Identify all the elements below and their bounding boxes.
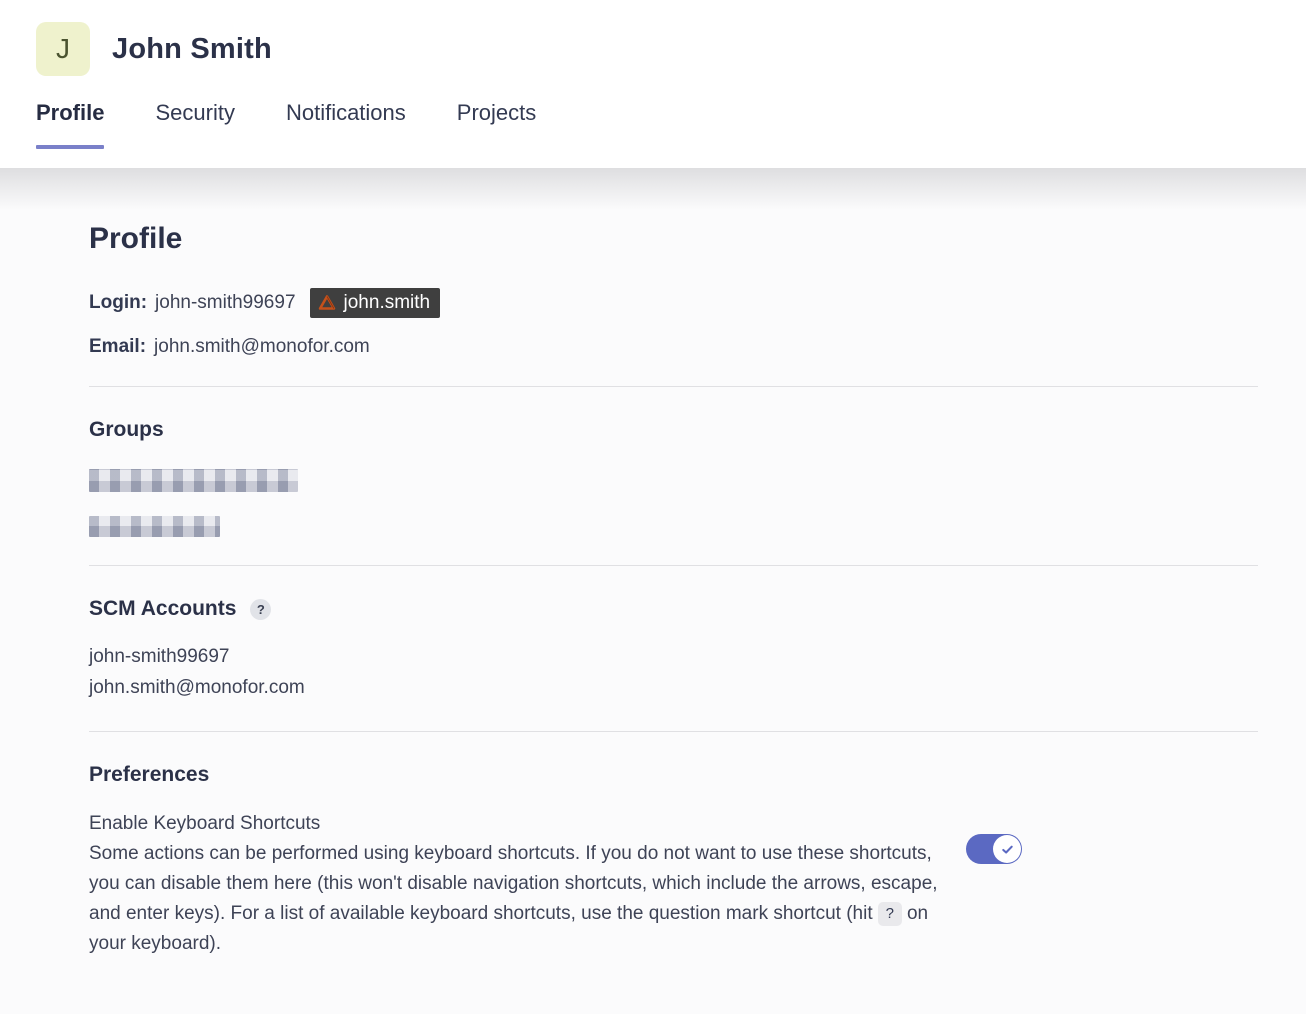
tab-security[interactable]: Security (155, 100, 234, 158)
login-label: Login: (89, 292, 147, 314)
preferences-title: Preferences (89, 763, 209, 787)
avatar-initial: J (56, 33, 70, 65)
login-row: Login: john-smith99697 john.smith (89, 288, 1258, 318)
group-item-redacted (89, 516, 220, 537)
group-item-redacted (89, 469, 298, 492)
divider (89, 565, 1258, 566)
profile-page: Profile Login: john-smith99697 john.smit… (0, 168, 1306, 999)
account-header: J John Smith Profile Security Notificati… (0, 0, 1306, 168)
divider (89, 386, 1258, 387)
keyboard-shortcuts-preference: Enable Keyboard Shortcuts Some actions c… (89, 809, 1258, 959)
preferences-section-header: Preferences (89, 763, 1258, 787)
scm-account-item: john-smith99697 (89, 641, 1258, 672)
email-label: Email: (89, 336, 146, 358)
tab-projects[interactable]: Projects (457, 100, 536, 158)
scm-accounts-title: SCM Accounts (89, 597, 236, 621)
email-value: john.smith@monofor.com (154, 336, 370, 358)
scm-account-item: john.smith@monofor.com (89, 672, 1258, 703)
identity-provider-icon (317, 293, 337, 313)
identity-provider-login: john.smith (344, 292, 431, 314)
toggle-knob-check-icon (993, 835, 1021, 863)
divider (89, 731, 1258, 732)
scm-section-header: SCM Accounts ? (89, 597, 1258, 621)
page-title: Profile (89, 222, 1258, 256)
identity-provider-badge: john.smith (310, 288, 441, 318)
groups-title: Groups (89, 418, 164, 442)
preference-text: Enable Keyboard Shortcuts Some actions c… (89, 809, 966, 959)
tab-profile[interactable]: Profile (36, 100, 104, 158)
help-icon[interactable]: ? (250, 599, 271, 620)
scm-accounts-list: john-smith99697 john.smith@monofor.com (89, 641, 1258, 703)
login-value: john-smith99697 (155, 292, 295, 314)
groups-section-header: Groups (89, 418, 1258, 442)
preference-label: Enable Keyboard Shortcuts (89, 809, 966, 839)
email-row: Email: john.smith@monofor.com (89, 336, 1258, 358)
user-identity: J John Smith (36, 22, 1270, 76)
account-tabs: Profile Security Notifications Projects (36, 100, 1270, 158)
preference-description: Some actions can be performed using keyb… (89, 843, 938, 954)
keyboard-shortcuts-toggle[interactable] (966, 834, 1022, 864)
question-mark-key: ? (878, 902, 902, 926)
tab-notifications[interactable]: Notifications (286, 100, 406, 158)
page-user-name: John Smith (112, 33, 272, 66)
avatar: J (36, 22, 90, 76)
